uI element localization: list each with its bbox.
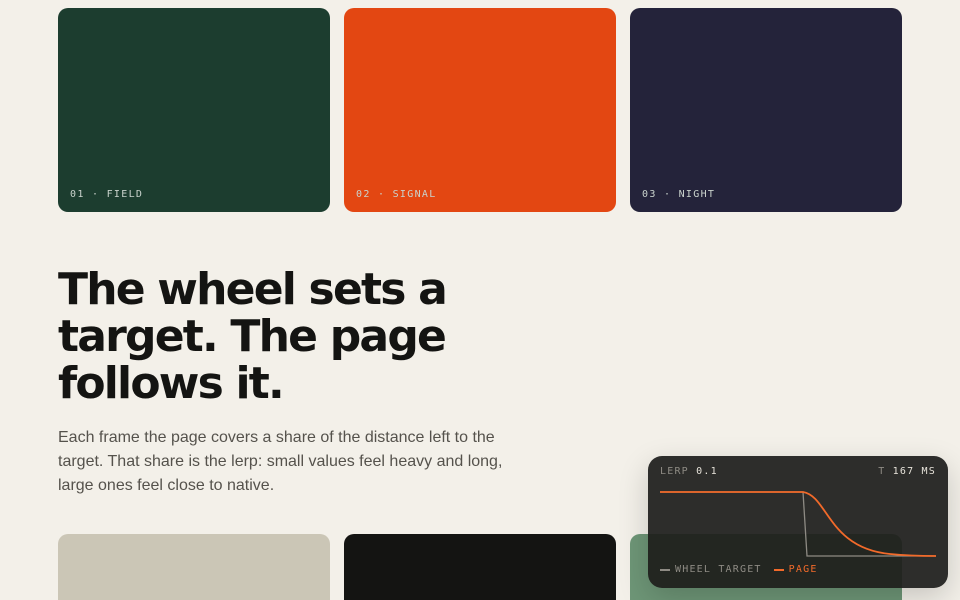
time-readout: T 167 MS <box>878 466 936 477</box>
legend-page-label: PAGE <box>788 564 818 575</box>
card-ink[interactable] <box>344 534 616 600</box>
graph-legend: WHEEL TARGET PAGE <box>660 564 818 575</box>
headline: The wheel sets a target. The page follow… <box>58 264 448 409</box>
legend-swatch-wheel <box>660 568 670 571</box>
card-night[interactable]: 03 · NIGHT <box>630 8 902 212</box>
card-field[interactable]: 01 · FIELD <box>58 8 330 212</box>
legend-page: PAGE <box>773 564 818 575</box>
lerp-panel: LERP 0.1 T 167 MS WHEEL TARGET PAGE <box>648 456 948 588</box>
lerp-label: LERP <box>660 466 689 477</box>
card-label: 03 · NIGHT <box>642 189 716 200</box>
card-label: 01 · FIELD <box>70 189 144 200</box>
card-stone[interactable] <box>58 534 330 600</box>
legend-swatch-page <box>773 568 784 571</box>
card-signal[interactable]: 02 · SIGNAL <box>344 8 616 212</box>
scroll-demo-page[interactable]: 01 · FIELD 02 · SIGNAL 03 · NIGHT The wh… <box>0 0 960 600</box>
wheel-target-line <box>660 491 936 557</box>
time-label: T <box>878 466 886 477</box>
body-copy: Each frame the page covers a share of th… <box>58 429 503 494</box>
time-value: 167 MS <box>892 466 936 477</box>
easing-graph <box>660 491 936 557</box>
legend-wheel-target: WHEEL TARGET <box>660 564 762 575</box>
lerp-value: 0.1 <box>696 466 718 477</box>
panel-header: LERP 0.1 T 167 MS <box>660 466 936 477</box>
legend-wheel-target-label: WHEEL TARGET <box>675 564 762 575</box>
lerp-readout: LERP 0.1 <box>660 466 718 477</box>
page-curve <box>660 491 936 557</box>
card-label: 02 · SIGNAL <box>356 189 437 200</box>
